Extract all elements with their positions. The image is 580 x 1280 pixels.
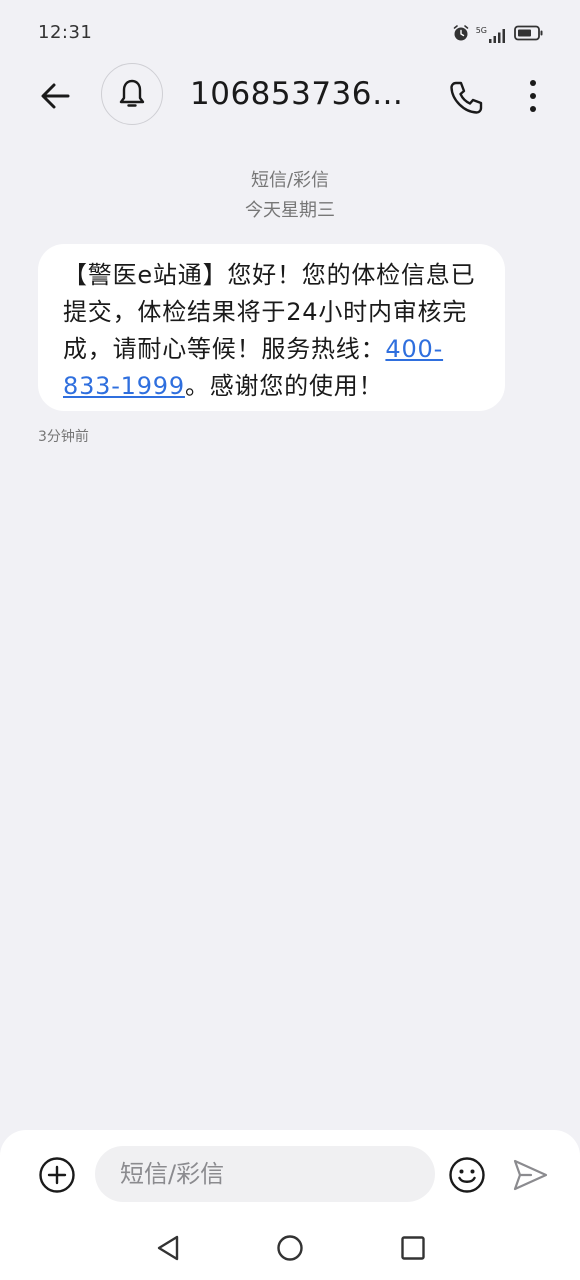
send-icon	[513, 1159, 548, 1191]
message-timestamp: 3分钟前	[38, 429, 89, 445]
nav-back-button[interactable]	[150, 1230, 186, 1266]
add-circle-icon	[39, 1157, 75, 1193]
phone-icon	[450, 81, 483, 114]
add-attachment-button[interactable]	[38, 1156, 76, 1194]
back-arrow-icon	[41, 83, 70, 109]
status-time: 12:31	[38, 22, 93, 43]
send-button[interactable]	[510, 1155, 550, 1195]
status-bar: 12:31 5G	[0, 0, 580, 68]
message-type-label: 短信/彩信	[250, 170, 330, 191]
nav-back-icon	[157, 1235, 179, 1261]
conversation-header: 10685373650...	[0, 60, 580, 132]
call-button[interactable]	[444, 76, 488, 120]
more-options-button[interactable]	[516, 74, 550, 118]
notification-bell-button[interactable]	[101, 63, 163, 125]
bell-icon	[119, 79, 145, 107]
message-text-end: 。感谢您的使用！	[184, 372, 384, 400]
network-type-label: 5G	[475, 26, 487, 35]
battery-icon	[514, 25, 544, 45]
contact-name[interactable]: 10685373650...	[190, 76, 415, 112]
back-button[interactable]	[36, 76, 76, 116]
message-bubble[interactable]: 【警医e站通】您好！您的体检信息已提交，体检结果将于24小时内审核完成，请耐心等…	[38, 244, 505, 411]
more-vertical-icon	[530, 80, 536, 112]
alarm-icon	[452, 24, 470, 46]
nav-recent-icon	[401, 1236, 425, 1260]
signal-icon: 5G	[476, 27, 508, 43]
emoji-icon	[449, 1157, 485, 1193]
nav-recent-button[interactable]	[395, 1230, 431, 1266]
message-input[interactable]	[95, 1146, 435, 1202]
status-icons: 5G	[452, 24, 544, 46]
sms-conversation-screen: 12:31 5G 10685373650 短信/彩信 今天星期三 【警医e站通】…	[0, 0, 580, 1280]
date-separator: 今天星期三	[245, 200, 335, 221]
nav-home-button[interactable]	[272, 1230, 308, 1266]
nav-home-icon	[277, 1235, 303, 1261]
emoji-button[interactable]	[447, 1155, 487, 1195]
